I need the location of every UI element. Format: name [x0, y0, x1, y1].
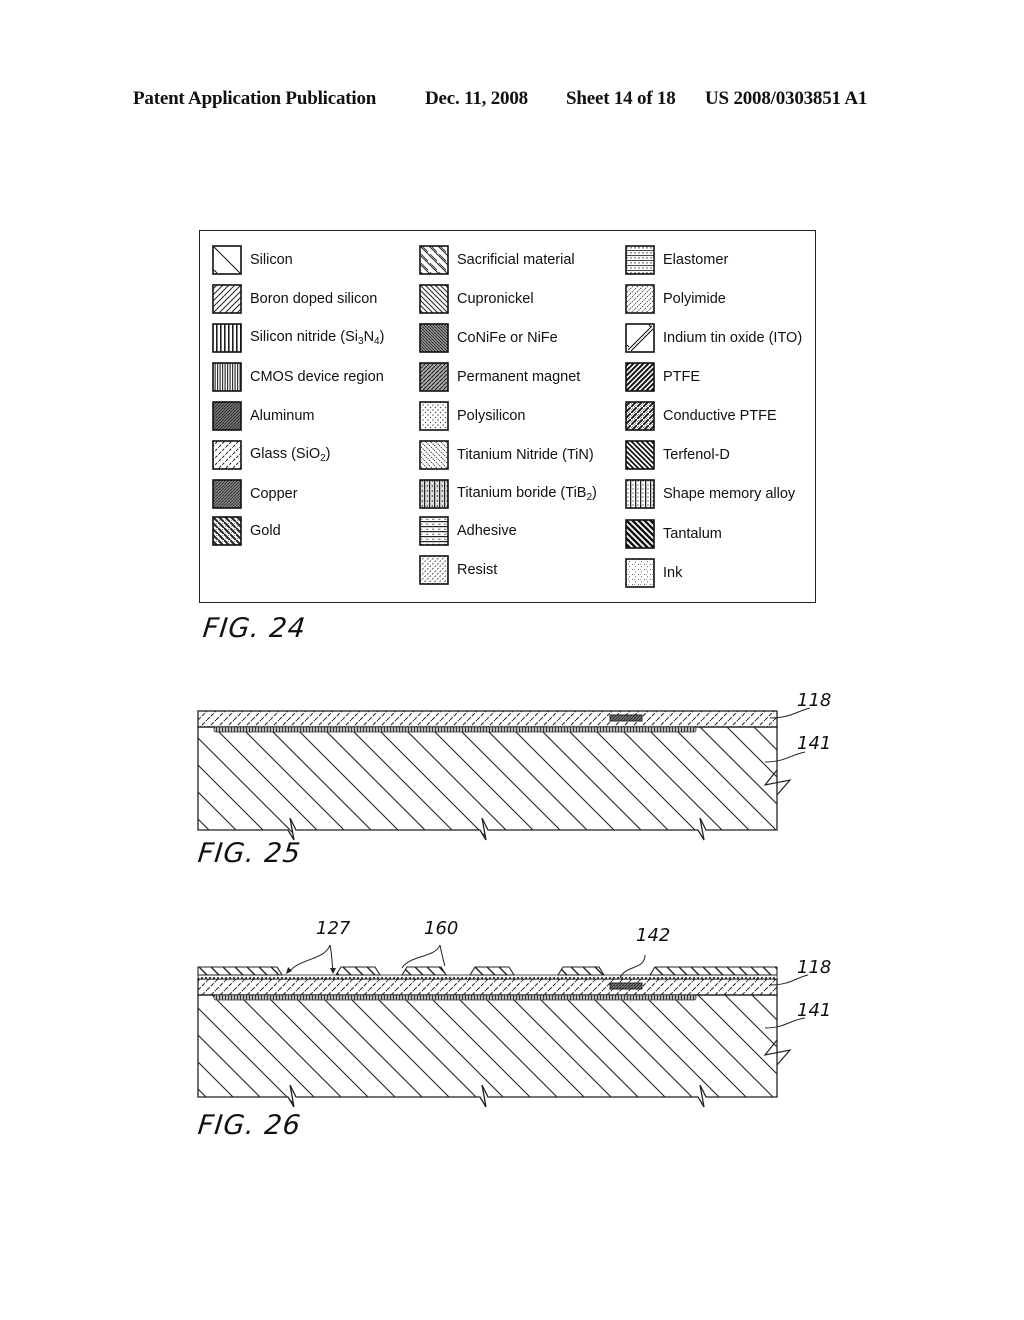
electrode-segment [557, 966, 605, 976]
fig-26-label: FIG. 26 [196, 1110, 303, 1141]
fig-26-substrate [197, 994, 778, 1108]
fig-26-glass-layer [197, 978, 778, 996]
fig-26-leader-127 [288, 944, 334, 973]
fig-26-electrodes [197, 966, 778, 976]
fig-26-ref-118: 118 [797, 957, 832, 978]
fig-26-nitride-layer [197, 974, 778, 980]
fig-26-cross-section [197, 944, 809, 1108]
fig-26-aluminum-contact [609, 982, 643, 990]
fig-26-cmos-strip [213, 994, 697, 1001]
fig-26-leader-142 [619, 954, 646, 979]
electrode-segment [335, 966, 381, 976]
fig-26-arrow-127b [330, 968, 336, 974]
fig-26-ref-141: 141 [797, 1000, 832, 1021]
electrode-segment [197, 966, 283, 976]
fig-26-ref-142: 142 [636, 925, 671, 946]
fig-26-leader-160 [401, 944, 446, 969]
fig-26-ref-160: 160 [424, 918, 459, 939]
fig-26-arrow-127a [286, 967, 292, 974]
fig-26-ref-127: 127 [316, 918, 351, 939]
electrode-segment [469, 966, 515, 976]
electrode-segment [401, 966, 447, 976]
electrode-segment [649, 966, 778, 976]
